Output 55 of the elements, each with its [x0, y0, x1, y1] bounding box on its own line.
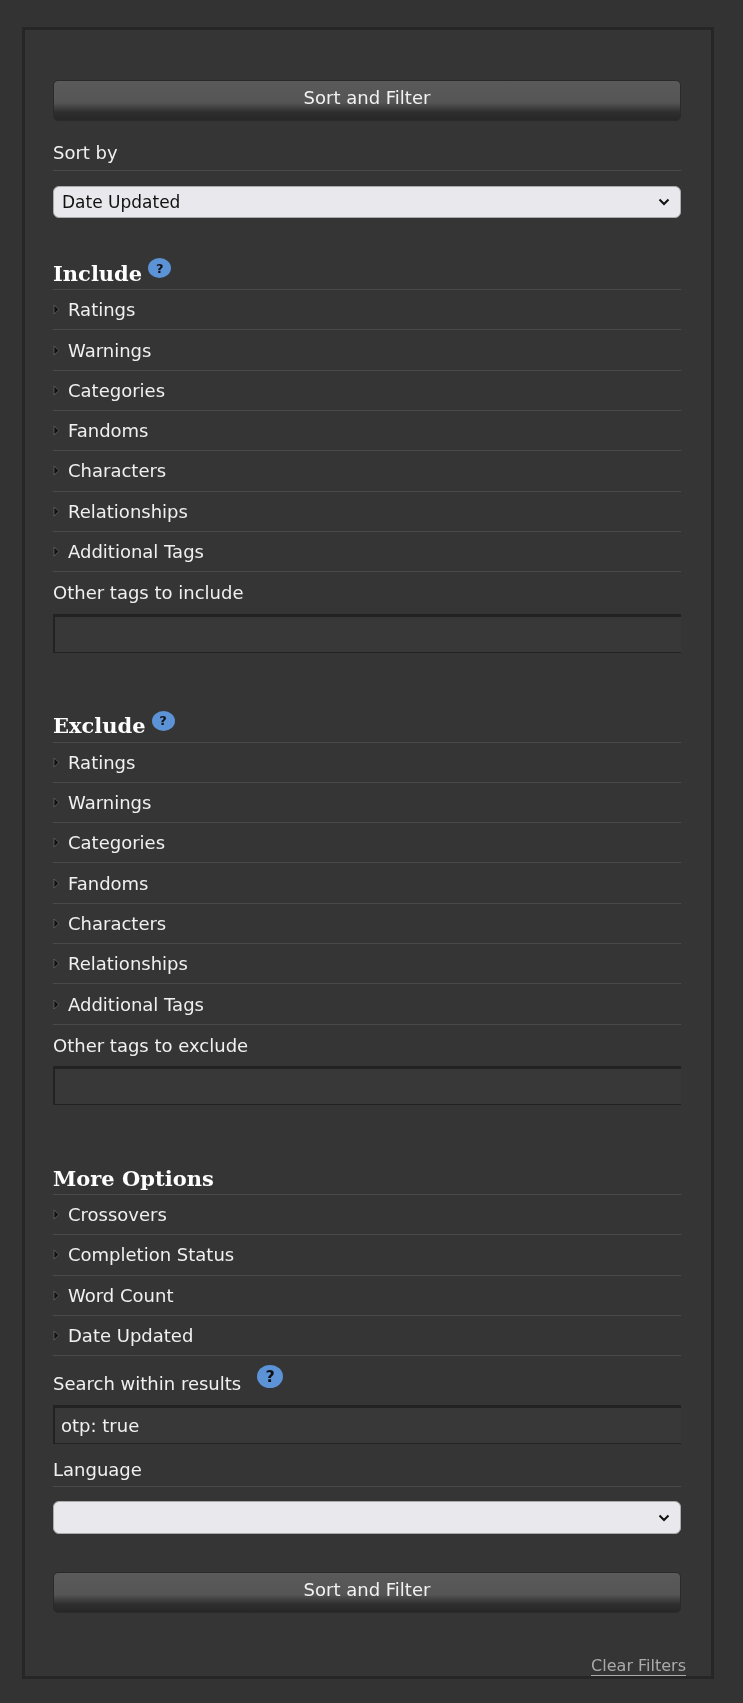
triangle-icon — [53, 756, 60, 768]
triangle-icon — [53, 917, 60, 929]
section-heading: Exclude — [53, 713, 146, 739]
triangle-icon — [53, 465, 60, 477]
search-input-field[interactable]: otp: true — [53, 1404, 681, 1444]
filter-toggle[interactable]: Ratings — [53, 290, 681, 331]
help-icon[interactable]: ? — [257, 1365, 284, 1389]
triangle-icon — [53, 344, 60, 356]
triangle-icon — [53, 1330, 60, 1342]
chevron-down-icon — [658, 1513, 670, 1522]
clear-filters-link[interactable]: Clear Filters — [591, 1656, 686, 1676]
help-icon[interactable]: ? — [148, 258, 172, 279]
triangle-icon — [53, 837, 60, 849]
triangle-icon — [53, 1289, 60, 1301]
filter-toggle[interactable]: Word Count — [53, 1275, 681, 1316]
field-label: Other tags to include — [53, 582, 244, 604]
triangle-icon — [53, 958, 60, 970]
filter-toggle[interactable]: Warnings — [53, 330, 681, 371]
section-heading: Include — [53, 260, 143, 286]
triangle-icon — [53, 505, 60, 517]
sort-by-label: Sort by — [53, 134, 681, 171]
filter-toggle[interactable]: Additional Tags — [53, 984, 681, 1025]
language-label: Language — [53, 1451, 681, 1488]
filter-toggle[interactable]: Relationships — [53, 944, 681, 985]
triangle-icon — [53, 546, 60, 558]
filter-toggle[interactable]: Fandoms — [53, 863, 681, 904]
sort-by-select[interactable]: Date Updated — [53, 185, 681, 219]
chevron-down-icon — [658, 197, 670, 206]
language-select[interactable] — [53, 1501, 681, 1535]
filter-toggle[interactable]: Date Updated — [53, 1315, 681, 1357]
field-label: Other tags to exclude — [53, 1034, 249, 1056]
filter-toggle[interactable]: Categories — [53, 370, 681, 411]
filter-toggle[interactable]: Ratings — [53, 742, 681, 783]
filter-toggle[interactable]: Fandoms — [53, 411, 681, 452]
filter-toggle[interactable]: Warnings — [53, 782, 681, 824]
sort-and-filter-button[interactable]: Sort and Filter — [53, 1572, 681, 1613]
triangle-icon — [53, 384, 60, 396]
triangle-icon — [53, 1209, 60, 1221]
filter-toggle[interactable]: Crossovers — [53, 1194, 681, 1236]
section-heading: More Options — [53, 1165, 214, 1191]
field-label: Search within results — [53, 1373, 242, 1395]
filter-toggle[interactable]: Completion Status — [53, 1235, 681, 1276]
triangle-icon — [53, 797, 60, 808]
filter-toggle[interactable]: Characters — [53, 451, 681, 492]
filter-toggle[interactable]: Additional Tags — [53, 531, 681, 573]
triangle-icon — [53, 425, 60, 437]
triangle-icon — [53, 304, 60, 316]
triangle-icon — [53, 998, 60, 1010]
filter-toggle[interactable]: Relationships — [53, 491, 681, 532]
sort-and-filter-button[interactable]: Sort and Filter — [53, 80, 681, 121]
filter-toggle[interactable]: Categories — [53, 823, 681, 864]
filter-toggle[interactable]: Characters — [53, 903, 681, 945]
triangle-icon — [53, 1249, 60, 1261]
triangle-icon — [53, 877, 60, 889]
help-icon[interactable]: ? — [151, 710, 175, 731]
